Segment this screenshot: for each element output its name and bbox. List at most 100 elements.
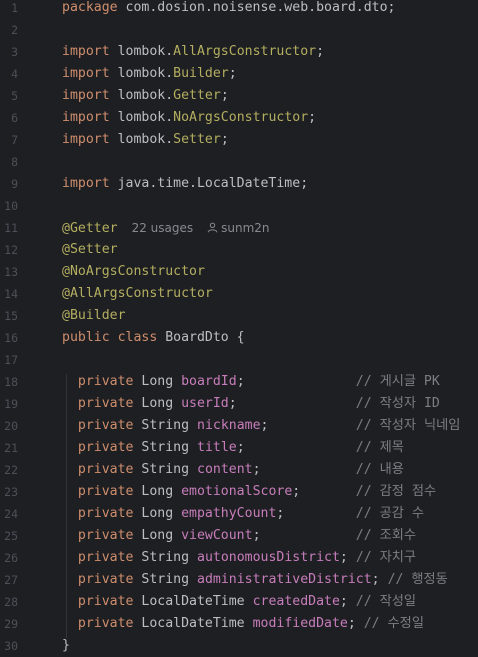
code-token: String	[133, 572, 197, 587]
code-text: private String administrativeDistrict; /…	[62, 569, 448, 591]
code-text: package com.dosion.noisense.web.board.dt…	[62, 0, 395, 19]
code-line[interactable]: 11 @Getter 22 usages sunm2n	[0, 217, 478, 239]
code-line[interactable]: 1 package com.dosion.noisense.web.board.d…	[0, 0, 478, 19]
line-number: 25	[4, 529, 18, 543]
code-text: private String title; // 제목	[62, 437, 404, 459]
code-text: private String autonomousDistrict; // 자치…	[62, 547, 416, 569]
annotation-token: Builder	[173, 66, 229, 81]
line-number: 15	[4, 309, 18, 323]
code-line[interactable]: 7 import lombok.Setter;	[0, 129, 478, 151]
code-text: }	[62, 635, 70, 657]
code-line[interactable]: 18 private Long boardId; // 게시글 PK	[0, 371, 478, 393]
code-token: ;	[276, 506, 356, 521]
keyword-token: private	[62, 550, 134, 565]
code-token: ;	[252, 462, 356, 477]
author-hint[interactable]: sunm2n	[207, 221, 270, 235]
line-number: 17	[4, 353, 18, 367]
code-text: private LocalDateTime modifiedDate; // 수…	[62, 613, 424, 635]
code-line[interactable]: 28 private LocalDateTime createdDate; //…	[0, 591, 478, 613]
code-text: import lombok.Getter;	[62, 85, 229, 107]
comment-token: // 작성일	[355, 594, 417, 609]
code-line[interactable]: 21 private String title; // 제목	[0, 437, 478, 459]
code-line[interactable]: 13 @NoArgsConstructor	[0, 261, 478, 283]
code-token: String	[133, 440, 197, 455]
code-line[interactable]: 17	[0, 349, 478, 371]
code-line[interactable]: 29 private LocalDateTime modifiedDate; /…	[0, 613, 478, 635]
code-line[interactable]: 27 private String administrativeDistrict…	[0, 569, 478, 591]
code-line[interactable]: 5 import lombok.Getter;	[0, 85, 478, 107]
line-number: 2	[11, 23, 18, 37]
code-token: ;	[316, 44, 325, 59]
field-token: createdDate	[252, 594, 340, 609]
field-token: empathyCount	[181, 506, 277, 521]
line-number: 1	[11, 1, 18, 15]
line-number: 29	[4, 617, 18, 631]
code-line[interactable]: 26 private String autonomousDistrict; //…	[0, 547, 478, 569]
code-line[interactable]: 2	[0, 19, 478, 41]
code-token: String	[133, 462, 197, 477]
line-number: 5	[11, 89, 18, 103]
code-token: ;	[228, 66, 237, 81]
code-line[interactable]: 23 private Long emotionalScore; // 감정 점수	[0, 481, 478, 503]
code-line[interactable]: 4 import lombok.Builder;	[0, 63, 478, 85]
code-token: }	[62, 638, 70, 653]
line-number: 20	[4, 419, 18, 433]
field-token: content	[197, 462, 253, 477]
code-token: ;	[220, 132, 229, 147]
annotation-token: NoArgsConstructor	[173, 110, 309, 125]
code-line[interactable]: 9 import java.time.LocalDateTime;	[0, 173, 478, 195]
code-line[interactable]: 20 private String nickname; // 작성자 닉네임	[0, 415, 478, 437]
code-line[interactable]: 14 @AllArgsConstructor	[0, 283, 478, 305]
code-text: private String nickname; // 작성자 닉네임	[62, 415, 461, 437]
line-number: 21	[4, 441, 18, 455]
annotation-token: AllArgsConstructor	[173, 44, 317, 59]
code-line[interactable]: 3 import lombok.AllArgsConstructor;	[0, 41, 478, 63]
comment-token: // 작성자 ID	[355, 396, 440, 411]
code-line[interactable]: 6 import lombok.NoArgsConstructor;	[0, 107, 478, 129]
keyword-token: private	[62, 572, 134, 587]
code-token: ;	[220, 88, 229, 103]
code-editor[interactable]: 1 package com.dosion.noisense.web.board.d…	[0, 0, 478, 657]
code-token: lombok.	[109, 66, 174, 81]
code-line[interactable]: 10	[0, 195, 478, 217]
keyword-token: private	[62, 440, 134, 455]
usages-link[interactable]: 22 usages	[132, 221, 194, 235]
code-token: lombok.	[109, 110, 174, 125]
code-line[interactable]: 15 @Builder	[0, 305, 478, 327]
line-number: 26	[4, 551, 18, 565]
line-number: 23	[4, 485, 18, 499]
code-token: lombok.	[109, 88, 174, 103]
code-line[interactable]: 30}	[0, 635, 478, 657]
code-line[interactable]: 25 private Long viewCount; // 조회수	[0, 525, 478, 547]
keyword-token: private	[62, 462, 134, 477]
line-number: 19	[4, 397, 18, 411]
code-text: private Long viewCount; // 조회수	[62, 525, 416, 547]
line-number: 3	[11, 45, 18, 59]
comment-token: // 감정 점수	[355, 484, 437, 499]
code-token: ;	[228, 396, 356, 411]
line-number: 9	[11, 177, 18, 191]
comment-token: // 게시글 PK	[355, 374, 440, 389]
code-token: java.time.LocalDateTime;	[109, 176, 309, 191]
comment-token: // 공감 수	[355, 506, 424, 521]
code-text: private Long empathyCount; // 공감 수	[62, 503, 424, 525]
keyword-token: import	[62, 132, 110, 147]
code-token: String	[133, 418, 197, 433]
code-line[interactable]: 22 private String content; // 내용	[0, 459, 478, 481]
line-number: 10	[4, 199, 18, 213]
code-token: ;	[236, 374, 356, 389]
code-text: import lombok.NoArgsConstructor;	[62, 107, 316, 129]
code-line[interactable]: 16 public class BoardDto {	[0, 327, 478, 349]
code-text: import lombok.Setter;	[62, 129, 229, 151]
keyword-token: private	[62, 484, 134, 499]
annotation-token: @AllArgsConstructor	[62, 286, 213, 301]
code-token: Long	[133, 484, 182, 499]
code-line[interactable]: 19 private Long userId; // 작성자 ID	[0, 393, 478, 415]
code-text: private Long userId; // 작성자 ID	[62, 393, 440, 415]
code-text: @Setter	[62, 239, 118, 261]
line-number: 30	[4, 639, 18, 653]
code-text: private Long emotionalScore; // 감정 점수	[62, 481, 436, 503]
code-line[interactable]: 12 @Setter	[0, 239, 478, 261]
code-line[interactable]: 24 private Long empathyCount; // 공감 수	[0, 503, 478, 525]
code-line[interactable]: 8	[0, 151, 478, 173]
